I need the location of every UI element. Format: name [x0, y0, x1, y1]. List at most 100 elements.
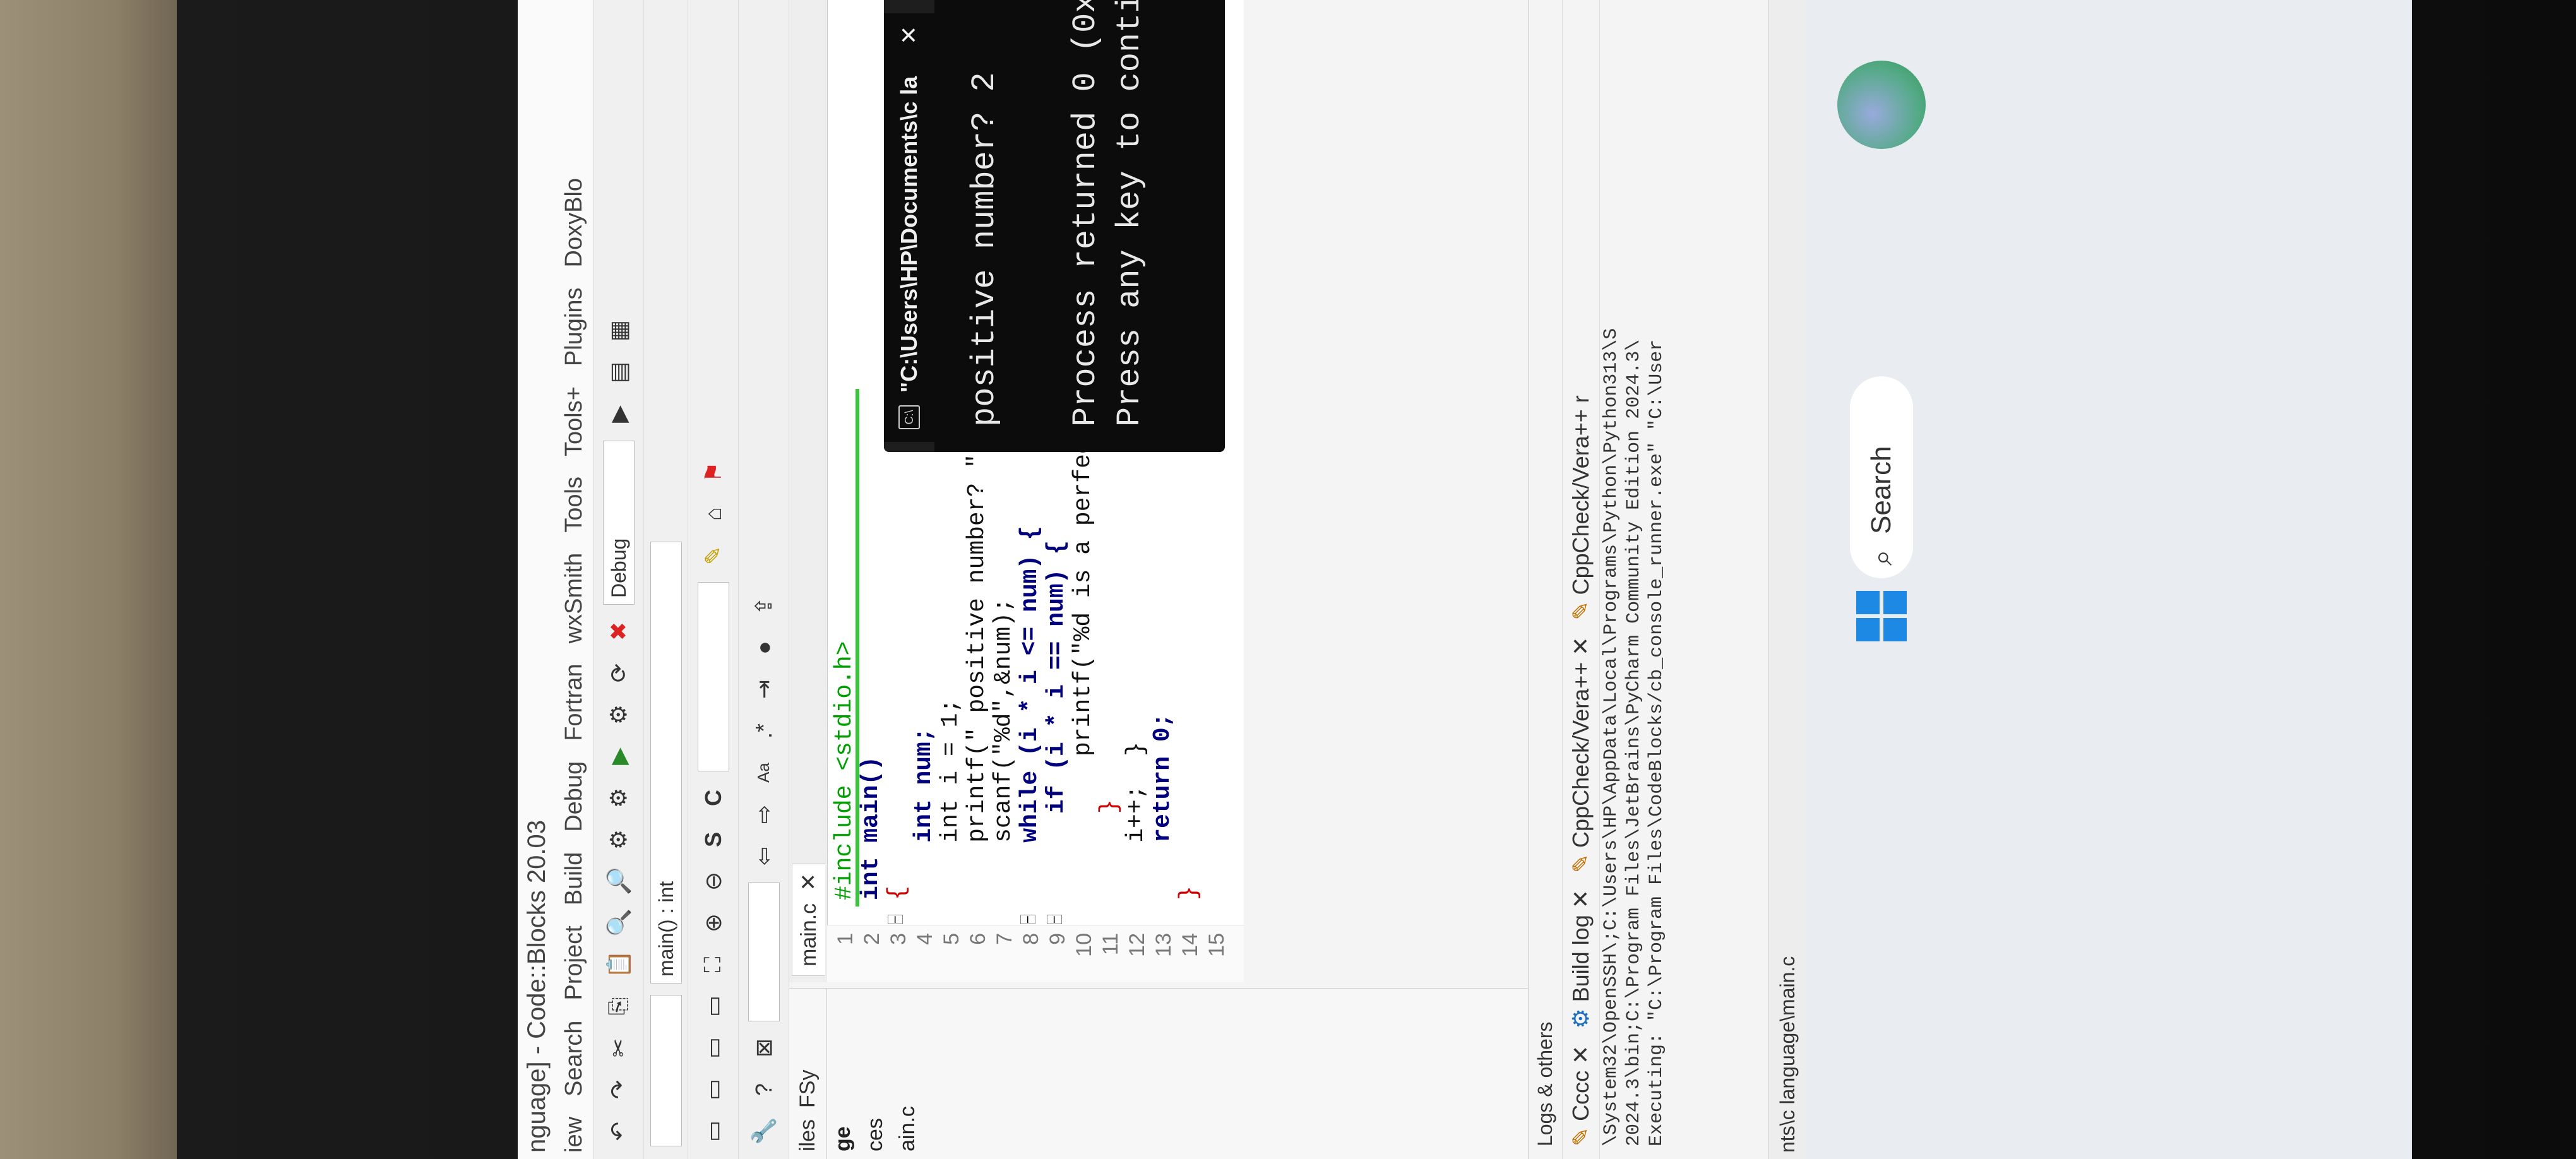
close-icon[interactable]: ✕	[1568, 1045, 1594, 1064]
menu-search[interactable]: Search	[561, 1021, 588, 1097]
build-icon[interactable]: ⚙	[604, 783, 634, 813]
taskbar-search-button[interactable]: ⌕ Search	[1850, 376, 1913, 578]
zoom-out-icon[interactable]: ⊖	[698, 866, 729, 896]
console-tab[interactable]: C:\ "C:\Users\HP\Documents\c la ✕	[884, 13, 934, 442]
scope-combo[interactable]	[650, 995, 682, 1146]
logs-panel: Logs & others ✎ Cccc ✕ ⚙ Build log ✕ ✎ C…	[1528, 0, 1768, 1159]
run-icon[interactable]: ▶	[604, 741, 634, 771]
status-bar: nts\c language\main.c	[1768, 0, 1806, 1159]
nav-back-icon[interactable]: ⇦	[749, 841, 779, 871]
menu-view[interactable]: iew	[561, 1117, 588, 1153]
code-line: while (i * i <= num) {	[1017, 526, 1044, 900]
replace-icon[interactable]: 🔎	[604, 866, 634, 896]
debugger-toolbar: 🔧 ? ⊠ ⇦ ⇨ Aa .* ⇥ ● ⇪	[739, 0, 789, 1159]
log-tab-label: Build log	[1568, 915, 1594, 1002]
log-line: \System32\OpenSSH\;C:\Users\HP\AppData\L…	[1601, 328, 1622, 1146]
block-icon-3[interactable]: ▭	[698, 1033, 729, 1063]
case-icon[interactable]: Aa	[749, 758, 779, 788]
c-button-icon[interactable]: C	[698, 783, 729, 813]
menu-fortran[interactable]: Fortran	[561, 663, 588, 740]
edit-toolbar: ▭ ▭ ▭ ▭ ⛶ ⊕ ⊖ S C ✎ ⌂ ⚑	[688, 0, 739, 1159]
build-run-icon[interactable]: ⚙	[604, 699, 634, 730]
debug-step-icon[interactable]: ▤	[604, 357, 634, 388]
tab-fsymbols[interactable]: FSy	[796, 1070, 820, 1108]
line-number: 5	[939, 933, 963, 945]
close-icon[interactable]: ✕	[896, 26, 922, 45]
flag-icon[interactable]: ⚑	[698, 457, 729, 487]
rebuild-icon[interactable]: ⟳	[604, 658, 634, 688]
bookmark-icon[interactable]: ⌂	[698, 499, 729, 529]
breakpoint-icon[interactable]: ●	[749, 633, 779, 663]
console-output-line: Press any key to continue.	[1111, 0, 1148, 427]
weather-widget-icon[interactable]	[1837, 61, 1926, 149]
fold-toggle-icon[interactable]: −	[887, 915, 903, 924]
step-out-icon[interactable]: ⇪	[749, 591, 779, 621]
log-line: Executing: "C:\Program Files\CodeBlocks/…	[1646, 339, 1667, 1146]
line-number: 2	[860, 933, 884, 945]
close-icon[interactable]: ✕	[1568, 637, 1594, 656]
regex-icon[interactable]: .*	[749, 716, 779, 746]
editor-tab-main-c[interactable]: main.c ✕	[791, 863, 825, 976]
tree-item-sources[interactable]: ces	[859, 989, 891, 1159]
abort-icon[interactable]: ✖	[604, 616, 634, 646]
redo-icon[interactable]: ↷	[604, 1074, 634, 1105]
log-tab-cccc[interactable]: ✎ Cccc ✕	[1568, 1045, 1594, 1146]
menu-wxsmith[interactable]: wxSmith	[561, 553, 588, 644]
step-icon[interactable]: ⇥	[749, 674, 779, 704]
highlight-icon[interactable]: ✎	[698, 540, 729, 571]
log-tab-label: Cccc	[1568, 1070, 1594, 1121]
fold-toggle-icon[interactable]: −	[1020, 915, 1035, 924]
log-tab-cppcheck-2[interactable]: ✎ CppCheck/Vera++ r	[1568, 395, 1594, 620]
undo-icon[interactable]: ↶	[604, 1116, 634, 1146]
cut-icon[interactable]: ✂	[604, 1033, 634, 1063]
line-number: 15	[1205, 933, 1229, 957]
empty-combo[interactable]	[748, 883, 780, 1021]
window-title: nguage] - Code::Blocks 20.03	[518, 0, 556, 1159]
zoom-in-icon[interactable]: ⊕	[698, 908, 729, 938]
debug-run-icon[interactable]: ▶	[604, 399, 634, 429]
stop-icon[interactable]: ⊠	[749, 1033, 779, 1063]
build-target-select[interactable]: Debug	[602, 441, 635, 605]
block-icon[interactable]: ▭	[698, 1116, 729, 1146]
fold-toggle-icon[interactable]: −	[1046, 915, 1062, 924]
tree-item-main-c[interactable]: ain.c	[891, 989, 924, 1159]
menu-project[interactable]: Project	[561, 925, 588, 1000]
code-line: int num;	[910, 727, 938, 900]
line-number: 9	[1046, 933, 1070, 945]
code-line: {	[884, 886, 911, 900]
management-panel: iles FSy ge ces ain.c	[789, 988, 1528, 1159]
s-button-icon[interactable]: S	[698, 824, 729, 855]
tree-item-workspace[interactable]: ge	[827, 989, 859, 1159]
menu-doxyblocks[interactable]: DoxyBlo	[561, 178, 588, 268]
menu-debug[interactable]: Debug	[561, 761, 588, 832]
copy-icon[interactable]: ⎘	[604, 991, 634, 1021]
search-field[interactable]	[697, 582, 729, 771]
menu-plugins[interactable]: Plugins	[561, 287, 588, 366]
console-window[interactable]: C:\ "C:\Users\HP\Documents\c la ✕ + ⌄ po…	[884, 0, 1225, 452]
wrench-icon[interactable]: 🔧	[749, 1116, 779, 1146]
menu-tools[interactable]: Tools	[561, 477, 588, 533]
windows-start-icon[interactable]	[1856, 591, 1907, 641]
select-icon[interactable]: ⛶	[698, 949, 729, 980]
function-combo[interactable]: main() : int	[650, 542, 682, 984]
block-icon-4[interactable]: ▭	[698, 991, 729, 1021]
block-icon-2[interactable]: ▭	[698, 1074, 729, 1105]
menu-tools-plus[interactable]: Tools+	[561, 386, 588, 456]
tab-files[interactable]: iles	[796, 1119, 820, 1151]
close-icon[interactable]: ✕	[797, 873, 821, 891]
code-line: int i = 1;	[937, 698, 964, 900]
paste-icon[interactable]: 📋	[604, 949, 634, 980]
settings-gear-icon[interactable]: ⚙	[604, 824, 634, 855]
nav-fwd-icon[interactable]: ⇨	[749, 799, 779, 829]
help-icon[interactable]: ?	[749, 1074, 779, 1105]
code-line: scanf("%d",&num);	[990, 598, 1017, 900]
find-icon[interactable]: 🔍	[604, 908, 634, 938]
log-tab-cppcheck[interactable]: ✎ CppCheck/Vera++ ✕	[1568, 637, 1594, 874]
doxy-icon[interactable]: ▦	[604, 316, 634, 346]
log-tab-build-log[interactable]: ⚙ Build log ✕	[1568, 889, 1594, 1029]
close-icon[interactable]: ✕	[1568, 889, 1594, 908]
line-number: 11	[1099, 933, 1123, 956]
menu-build[interactable]: Build	[561, 852, 588, 906]
pencil-icon: ✎	[1568, 601, 1594, 621]
logs-header: Logs & others	[1529, 0, 1563, 1159]
